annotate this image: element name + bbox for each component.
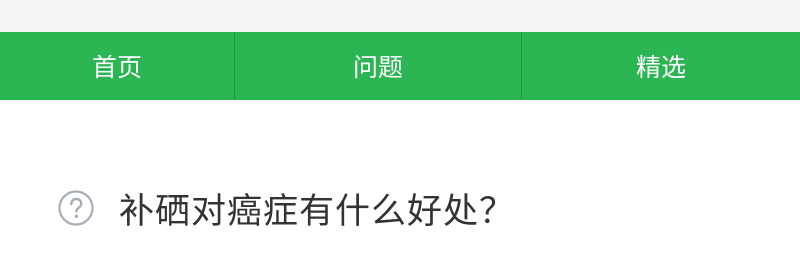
question-circle-icon — [58, 190, 94, 226]
question-title: 补硒对癌症有什么好处？ — [119, 191, 516, 232]
nav-item-home[interactable]: 首页 — [0, 32, 235, 100]
nav-item-questions[interactable]: 问题 — [235, 32, 522, 100]
question-header: 补硒对癌症有什么好处？ — [57, 184, 515, 232]
top-status-strip — [0, 0, 800, 32]
nav-item-featured[interactable]: 精选 — [522, 32, 800, 100]
top-nav-bar: 首页 问题 精选 — [0, 32, 800, 100]
